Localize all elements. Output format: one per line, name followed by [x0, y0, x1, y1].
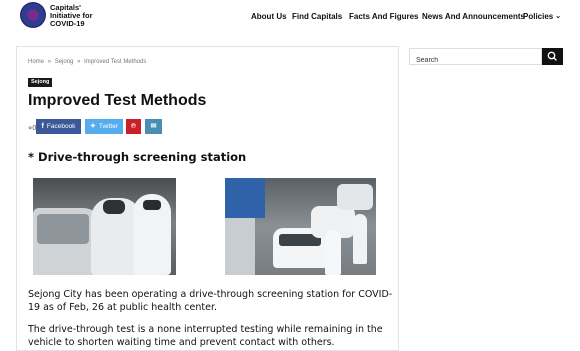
search-button[interactable] [542, 48, 563, 65]
nav-news-and-announcements[interactable]: News And Announcements [422, 12, 525, 21]
category-tag[interactable]: Sejong [28, 78, 53, 87]
pinterest-icon: ℗ [130, 123, 137, 130]
facebook-label: Facebook [46, 123, 76, 130]
page-title: Improved Test Methods [28, 92, 207, 109]
chevron-down-icon: ⌄ [555, 13, 562, 20]
article-subheading: * Drive-through screening station [28, 150, 247, 164]
article-paragraph: Sejong City has been operating a drive-t… [28, 289, 393, 313]
pinterest-share-button[interactable]: ℗ [126, 119, 141, 134]
article-paragraph: The drive-through test is a none interru… [28, 324, 383, 348]
article-photo-screening-station [225, 178, 376, 275]
article-photo-drive-through-testing [33, 178, 176, 275]
search-field [409, 48, 542, 68]
nav-policies[interactable]: Policies ⌄ [523, 12, 561, 21]
breadcrumb-home[interactable]: Home [28, 59, 44, 65]
nav-policies-label: Policies [523, 12, 554, 21]
search-input[interactable] [410, 53, 541, 68]
breadcrumb: Home » Sejong » Improved Test Methods [28, 59, 146, 65]
facebook-share-button[interactable]: f Facebook [36, 119, 81, 134]
search-icon [547, 51, 557, 61]
site-header: Capitals' Initiative for COVID-19 About … [0, 0, 580, 36]
nav-about-us[interactable]: About Us [251, 12, 287, 21]
breadcrumb-sejong[interactable]: Sejong [55, 59, 74, 65]
breadcrumb-current: Improved Test Methods [84, 59, 147, 65]
nav-find-capitals[interactable]: Find Capitals [292, 12, 342, 21]
twitter-label: Twitter [98, 123, 119, 130]
main-nav: About Us Find Capitals Facts And Figures… [0, 12, 580, 24]
nav-facts-and-figures[interactable]: Facts And Figures [349, 12, 419, 21]
article-card: Home » Sejong » Improved Test Methods Se… [16, 46, 399, 351]
email-icon: ✉ [150, 123, 157, 130]
twitter-share-button[interactable]: ✦ Twitter [85, 119, 123, 134]
facebook-icon: f [41, 123, 44, 130]
twitter-icon: ✦ [89, 123, 96, 130]
breadcrumb-separator: » [47, 59, 52, 65]
breadcrumb-separator: » [77, 59, 81, 65]
email-share-button[interactable]: ✉ [145, 119, 162, 134]
